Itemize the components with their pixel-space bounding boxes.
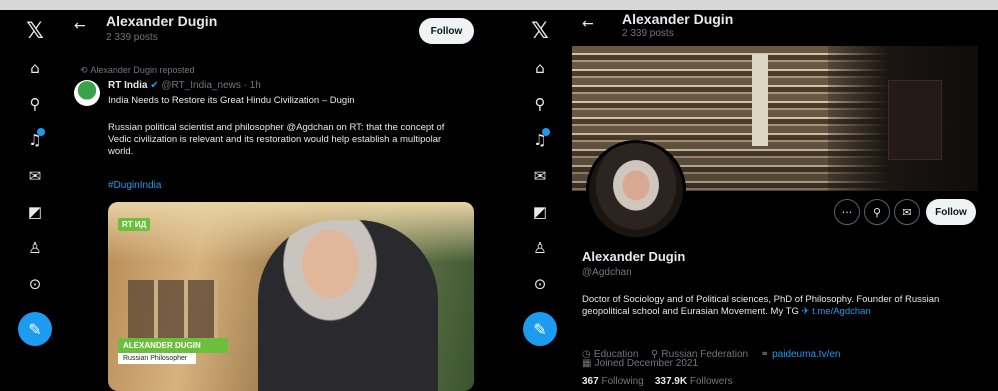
notification-dot	[37, 128, 45, 136]
search-profile-button[interactable]: ⚲	[864, 199, 890, 225]
tweet-body: Russian political scientist and philosop…	[108, 122, 445, 157]
post-count: 2 339 posts	[106, 32, 158, 43]
back-arrow-icon[interactable]: ←	[582, 16, 594, 32]
verified-badge-icon: ✔	[150, 80, 159, 91]
followers-count: 337.9K	[654, 376, 688, 387]
more-icon[interactable]: ⊙	[21, 270, 49, 298]
more-dots-icon: ···	[841, 205, 853, 219]
search-icon[interactable]: ⚲	[21, 90, 49, 118]
tweet-video[interactable]: RT ИД ALEXANDER DUGIN Russian Philosophe…	[108, 202, 474, 391]
tweet-author[interactable]: RT India	[108, 80, 147, 91]
home-icon[interactable]: ⌂	[21, 54, 49, 82]
compose-icon: ✎	[28, 319, 42, 339]
website-item: ⚭ paideuma.tv/en	[761, 349, 841, 360]
more-options-button[interactable]: ···	[834, 199, 860, 225]
right-profile-pane: ← Alexander Dugin 2 339 posts ··· ⚲ ✉ Fo…	[572, 10, 978, 391]
tweet-hashtag[interactable]: #DuginIndia	[108, 180, 161, 191]
page-title: Alexander Dugin	[106, 13, 218, 29]
more-icon[interactable]: ⊙	[526, 270, 554, 298]
compose-icon: ✎	[533, 319, 547, 339]
profile-avatar[interactable]	[586, 140, 686, 240]
post-count: 2 339 posts	[622, 28, 674, 39]
website-link[interactable]: paideuma.tv/en	[772, 349, 840, 360]
banner-book-spine	[752, 54, 768, 146]
home-icon[interactable]: ⌂	[526, 54, 554, 82]
followers-label: Followers	[689, 376, 733, 387]
grok-icon[interactable]: ◩	[526, 198, 554, 226]
left-timeline-pane: ← Alexander Dugin 2 339 posts Follow ⟲ A…	[68, 10, 488, 391]
messages-icon[interactable]: ✉	[21, 162, 49, 190]
following-label: Following	[601, 376, 644, 387]
search-icon[interactable]: ⚲	[526, 90, 554, 118]
x-logo-icon[interactable]: 𝕏	[526, 16, 554, 46]
link-icon: ⚭	[760, 349, 773, 360]
post-button[interactable]: ✎	[18, 312, 52, 346]
calendar-icon: ▦	[582, 358, 595, 369]
video-nameplate-name: ALEXANDER DUGIN	[118, 338, 228, 353]
back-arrow-icon[interactable]: ←	[74, 18, 86, 34]
video-wall-frames	[128, 280, 218, 340]
profile-bio: Doctor of Sociology and of Political sci…	[582, 294, 972, 318]
notifications-icon[interactable]: ♫	[21, 126, 49, 154]
profile-bio-text: Doctor of Sociology and of Political sci…	[582, 294, 940, 317]
messages-icon[interactable]: ✉	[526, 162, 554, 190]
right-nav-rail: 𝕏 ⌂ ⚲ ♫ ✉ ◩ ♙ ⊙ ✎	[517, 10, 563, 391]
following-count: 367	[582, 376, 599, 387]
joined-text: Joined December 2021	[594, 358, 699, 369]
profile-name: Alexander Dugin	[582, 249, 686, 264]
video-channel-badge: RT ИД	[118, 218, 151, 231]
bio-link[interactable]: t.me/Agdchan	[812, 306, 871, 317]
followers-link[interactable]: 337.9K Followers	[655, 376, 733, 387]
repost-icon: ⟲	[80, 66, 91, 76]
message-icon: ✉	[902, 205, 912, 219]
grok-icon[interactable]: ◩	[21, 198, 49, 226]
follow-button[interactable]: Follow	[419, 18, 474, 44]
message-button[interactable]: ✉	[894, 199, 920, 225]
notification-dot	[542, 128, 550, 136]
rt-india-avatar[interactable]	[74, 80, 100, 106]
banner-book	[888, 80, 942, 160]
video-nameplate: ALEXANDER DUGIN Russian Philosopher	[118, 338, 228, 364]
joined-item: ▦ Joined December 2021	[582, 358, 698, 369]
page-title: Alexander Dugin	[622, 11, 734, 27]
follow-button[interactable]: Follow	[926, 199, 976, 225]
tweet-headline: India Needs to Restore its Great Hindu C…	[108, 95, 355, 106]
follow-stats: 367 Following 337.9K Followers	[582, 376, 733, 387]
search-icon: ⚲	[872, 205, 882, 219]
left-nav-rail: 𝕏 ⌂ ⚲ ♫ ✉ ◩ ♙ ⊙ ✎	[12, 10, 58, 391]
video-nameplate-role: Russian Philosopher	[118, 353, 196, 364]
right-topbar: ← Alexander Dugin 2 339 posts	[572, 10, 978, 46]
post-button[interactable]: ✎	[523, 312, 557, 346]
notifications-icon[interactable]: ♫	[526, 126, 554, 154]
following-link[interactable]: 367 Following	[582, 376, 644, 387]
left-topbar: ← Alexander Dugin 2 339 posts Follow	[68, 10, 488, 56]
repost-text: Alexander Dugin reposted	[90, 65, 195, 75]
profile-icon[interactable]: ♙	[21, 234, 49, 262]
profile-handle: @Agdchan	[582, 267, 632, 278]
tweet-handle[interactable]: @RT_India_news · 1h	[161, 80, 260, 91]
tweet-author-line: RT India ✔ @RT_India_news · 1h	[108, 80, 261, 91]
repost-label: ⟲ Alexander Dugin reposted	[80, 65, 194, 76]
telegram-icon: ✈	[801, 306, 810, 317]
screenshot-frame: 𝕏 ⌂ ⚲ ♫ ✉ ◩ ♙ ⊙ ✎ ← Alexander Dugin 2 33…	[0, 10, 998, 391]
x-logo-icon[interactable]: 𝕏	[21, 16, 49, 46]
profile-content: ··· ⚲ ✉ Follow Alexander Dugin @Agdchan …	[572, 46, 978, 391]
video-person	[258, 220, 438, 391]
profile-icon[interactable]: ♙	[526, 234, 554, 262]
